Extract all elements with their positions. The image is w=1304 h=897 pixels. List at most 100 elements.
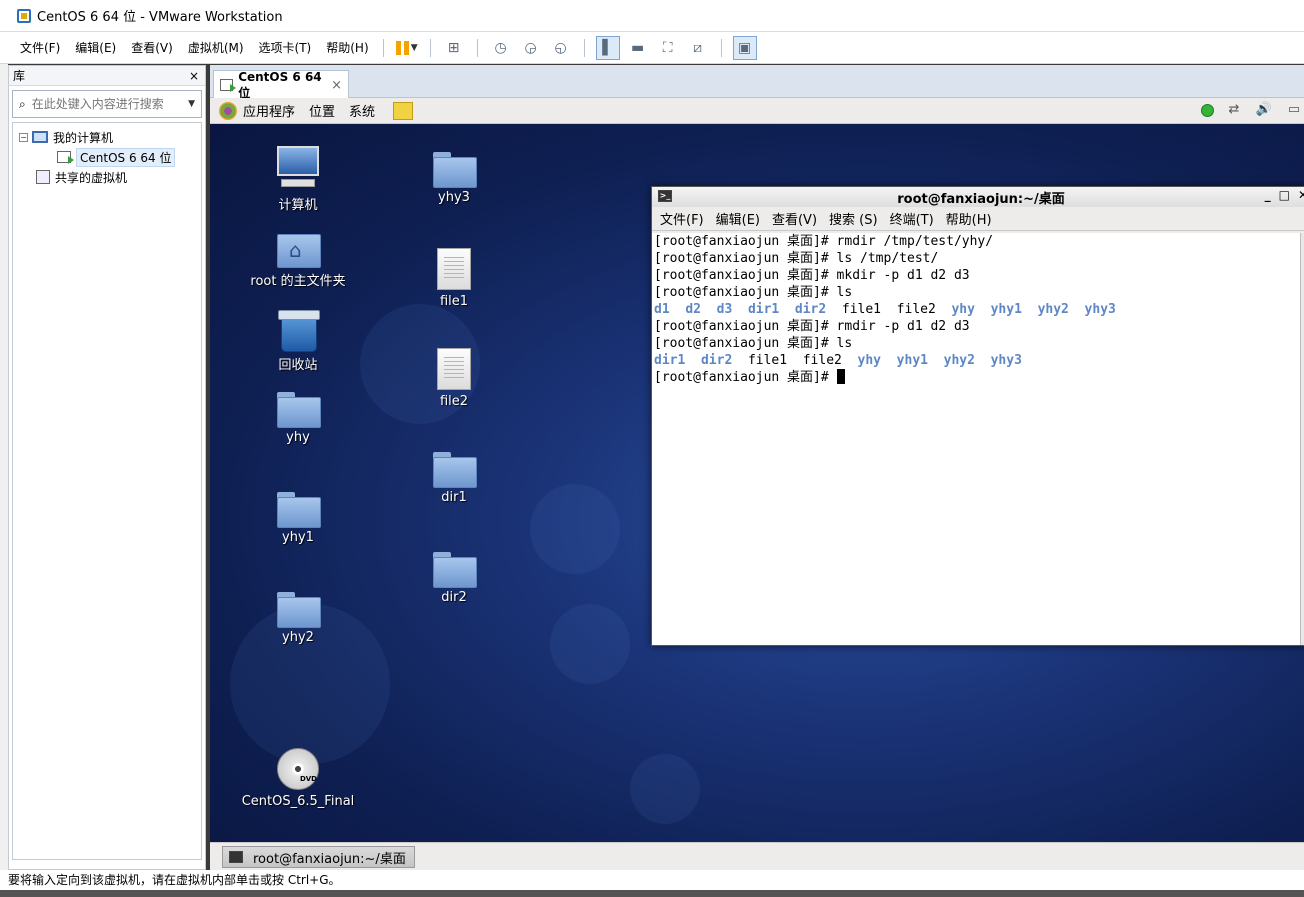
desktop-icon-yhy[interactable]: yhy <box>243 392 353 445</box>
terminal-output[interactable]: [root@fanxiaojun 桌面]# rmdir /tmp/test/yh… <box>652 233 1300 645</box>
network-adapter-icon[interactable]: ⇄ <box>1224 102 1244 118</box>
tree-item-my-computer[interactable]: − 我的计算机 <box>13 127 201 147</box>
desktop-icon-label: 回收站 <box>278 358 318 373</box>
desktop-icon-home[interactable]: root 的主文件夹 <box>243 230 353 289</box>
menu-places[interactable]: 位置 <box>309 101 335 120</box>
desktop-icon-label: yhy1 <box>282 530 314 545</box>
revert-icon: ◶ <box>524 39 537 56</box>
vm-tabbar: CentOS 6 64 位 × <box>210 65 1304 100</box>
desktop-icon-yhy3[interactable]: yhy3 <box>399 152 509 205</box>
menubar: 文件(F) 编辑(E) 查看(V) 虚拟机(M) 选项卡(T) 帮助(H) ▼ … <box>0 32 1304 64</box>
terminal-ls-entry: file2 <box>802 353 842 368</box>
folder-icon <box>277 392 321 428</box>
text-editor-launcher-icon[interactable] <box>393 101 414 120</box>
desktop-icon-yhy2[interactable]: yhy2 <box>243 592 353 645</box>
library-panel: 库 × ⌕ ▼ − 我的计算机 CentOS 6 64 位 共享的虚拟机 <box>8 65 206 870</box>
desktop-icon-label: file1 <box>439 294 469 309</box>
chevron-down-icon[interactable]: ▼ <box>188 99 195 109</box>
terminal-icon <box>229 851 243 863</box>
close-icon[interactable]: ✕ <box>1298 188 1304 202</box>
vm-status-tray: ⇄ 🔊 ▭ <box>1201 102 1304 118</box>
close-icon[interactable]: × <box>331 78 342 93</box>
desktop-icon-dir2[interactable]: dir2 <box>399 552 509 605</box>
library-search-input[interactable] <box>31 97 187 111</box>
desktop-icon-dir1[interactable]: dir1 <box>399 452 509 505</box>
gnome-foot-icon <box>219 101 237 120</box>
menu-tabs[interactable]: 选项卡(T) <box>253 32 318 64</box>
tree-item-shared-vms[interactable]: 共享的虚拟机 <box>13 167 201 187</box>
terminal-line: [root@fanxiaojun 桌面]# mkdir -p d1 d2 d3 <box>654 267 1300 284</box>
terminal-menu-terminal[interactable]: 终端(T) <box>890 209 934 228</box>
terminal-line: d1 d2 d3 dir1 dir2 file1 file2 yhy yhy1 … <box>654 301 1300 318</box>
menu-edit[interactable]: 编辑(E) <box>69 32 122 64</box>
computer-icon <box>32 131 48 143</box>
terminal-ls-entry: file1 <box>841 302 882 317</box>
menu-system[interactable]: 系统 <box>349 101 375 120</box>
terminal-ls-entry: file1 <box>747 353 788 368</box>
taskbar-item-terminal[interactable]: root@fanxiaojun:~/桌面 <box>222 846 415 868</box>
tree-item-vm[interactable]: CentOS 6 64 位 <box>13 147 201 167</box>
terminal-menu-help[interactable]: 帮助(H) <box>946 209 992 228</box>
desktop-icon-trash[interactable]: 回收站 <box>243 308 353 373</box>
minimize-icon[interactable]: _ <box>1265 188 1271 202</box>
terminal-ls-entry: yhy <box>951 302 975 317</box>
terminal-line: [root@fanxiaojun 桌面]# <box>654 369 1300 386</box>
thumbnail-bar-button[interactable]: ▬ <box>626 36 650 60</box>
terminal-scrollbar[interactable] <box>1300 233 1304 645</box>
pause-icon <box>395 40 409 55</box>
library-header: 库 × <box>9 66 205 86</box>
terminal-ls-entry: file2 <box>896 302 936 317</box>
menu-vm[interactable]: 虚拟机(M) <box>182 32 250 64</box>
terminal-ls-entry: yhy3 <box>1084 302 1116 317</box>
menu-applications[interactable]: 应用程序 <box>243 101 295 120</box>
terminal-line: [root@fanxiaojun 桌面]# ls /tmp/test/ <box>654 250 1300 267</box>
snapshot-manager-button[interactable]: ◵ <box>549 36 573 60</box>
desktop-icon-file1[interactable]: file1 <box>399 248 509 309</box>
terminal-window[interactable]: >_ root@fanxiaojun:~/桌面 _ □ ✕ 文件(F) 编辑(E… <box>651 186 1304 646</box>
desktop-icon-label: dir2 <box>441 590 467 605</box>
desktop-icon-computer[interactable]: 计算机 <box>243 146 353 213</box>
menu-file[interactable]: 文件(F) <box>14 32 66 64</box>
console-view-button[interactable]: ▣ <box>732 35 757 60</box>
collapse-icon[interactable]: − <box>19 132 28 142</box>
unity-button[interactable]: ⧄ <box>686 36 710 60</box>
terminal-menu-search[interactable]: 搜索 (S) <box>829 209 878 228</box>
show-library-button[interactable]: ▌ <box>595 35 620 60</box>
terminal-menu-view[interactable]: 查看(V) <box>772 209 817 228</box>
desktop-icon-file2[interactable]: file2 <box>399 348 509 409</box>
revert-snapshot-button[interactable]: ◶ <box>519 36 543 60</box>
snapshot-button[interactable]: ◷ <box>489 36 513 60</box>
desktop-icon-label: yhy <box>286 430 310 445</box>
fullscreen-button[interactable]: ⛶ <box>656 36 680 60</box>
tab-centos[interactable]: CentOS 6 64 位 × <box>213 70 349 100</box>
library-tree: − 我的计算机 CentOS 6 64 位 共享的虚拟机 <box>12 122 202 860</box>
vm-icon <box>220 79 237 92</box>
terminal-menu-edit[interactable]: 编辑(E) <box>716 209 760 228</box>
fullscreen-icon: ⛶ <box>662 39 673 56</box>
close-icon[interactable]: × <box>189 69 199 83</box>
terminal-line: [root@fanxiaojun 桌面]# ls <box>654 335 1300 352</box>
terminal-command: mkdir -p d1 d2 d3 <box>836 268 970 283</box>
terminal-ls-entry: dir2 <box>700 353 733 368</box>
library-search: ⌕ ▼ <box>12 90 202 118</box>
terminal-menu-file[interactable]: 文件(F) <box>660 209 704 228</box>
maximize-icon[interactable]: □ <box>1279 188 1290 202</box>
terminal-prompt: [root@fanxiaojun 桌面]# <box>654 234 837 249</box>
terminal-titlebar[interactable]: >_ root@fanxiaojun:~/桌面 _ □ ✕ <box>652 187 1304 207</box>
display-icon[interactable]: ▭ <box>1284 102 1304 118</box>
guest-desktop[interactable]: 计算机 root 的主文件夹 回收站 yhy yhy1 yhy2 DVD Cen… <box>210 124 1304 842</box>
speaker-icon[interactable]: 🔊 <box>1254 102 1274 118</box>
toolbar-separator <box>476 38 478 57</box>
desktop-icon-yhy1[interactable]: yhy1 <box>243 492 353 545</box>
desktop-icon-label: 计算机 <box>278 198 318 213</box>
terminal-command: rmdir /tmp/test/yhy/ <box>836 234 994 249</box>
terminal-line: [root@fanxiaojun 桌面]# rmdir -p d1 d2 d3 <box>654 318 1300 335</box>
suspend-button[interactable]: ▼ <box>395 36 419 60</box>
menu-view[interactable]: 查看(V) <box>125 32 179 64</box>
terminal-ls-entry: yhy1 <box>990 302 1022 317</box>
menu-help[interactable]: 帮助(H) <box>320 32 374 64</box>
send-ctrl-alt-del-button[interactable]: ⊞ <box>442 36 466 60</box>
desktop-icon-dvd[interactable]: DVD CentOS_6.5_Final <box>238 748 358 809</box>
terminal-prompt: [root@fanxiaojun 桌面]# <box>654 319 837 334</box>
tree-item-label: 我的计算机 <box>53 130 114 145</box>
